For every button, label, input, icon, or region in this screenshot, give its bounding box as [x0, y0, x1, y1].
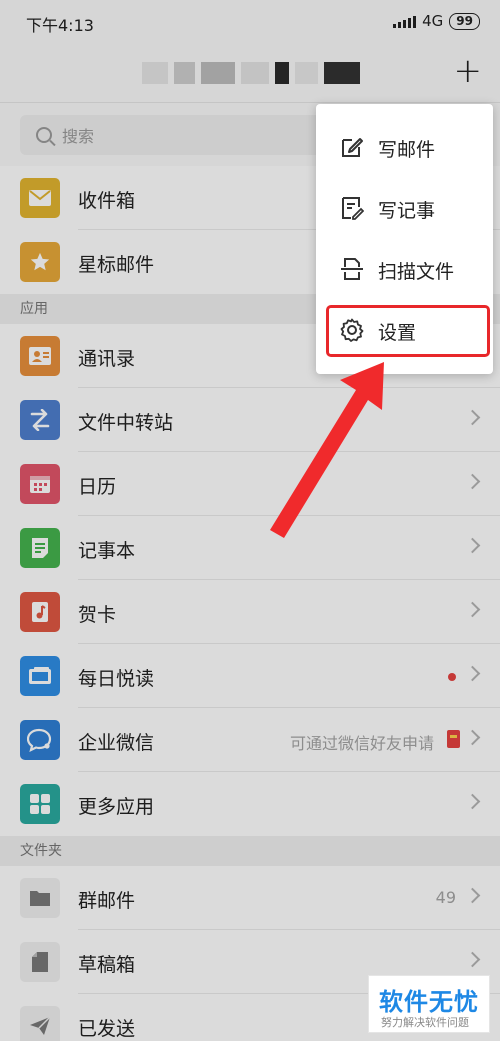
- arrow-annotation-icon: [270, 362, 384, 538]
- watermark-subtitle: 努力解决软件问题: [381, 1016, 469, 1029]
- watermark-title: 软件无忧: [379, 988, 479, 1016]
- watermark-logo: 软件无忧 努力解决软件问题: [368, 975, 490, 1033]
